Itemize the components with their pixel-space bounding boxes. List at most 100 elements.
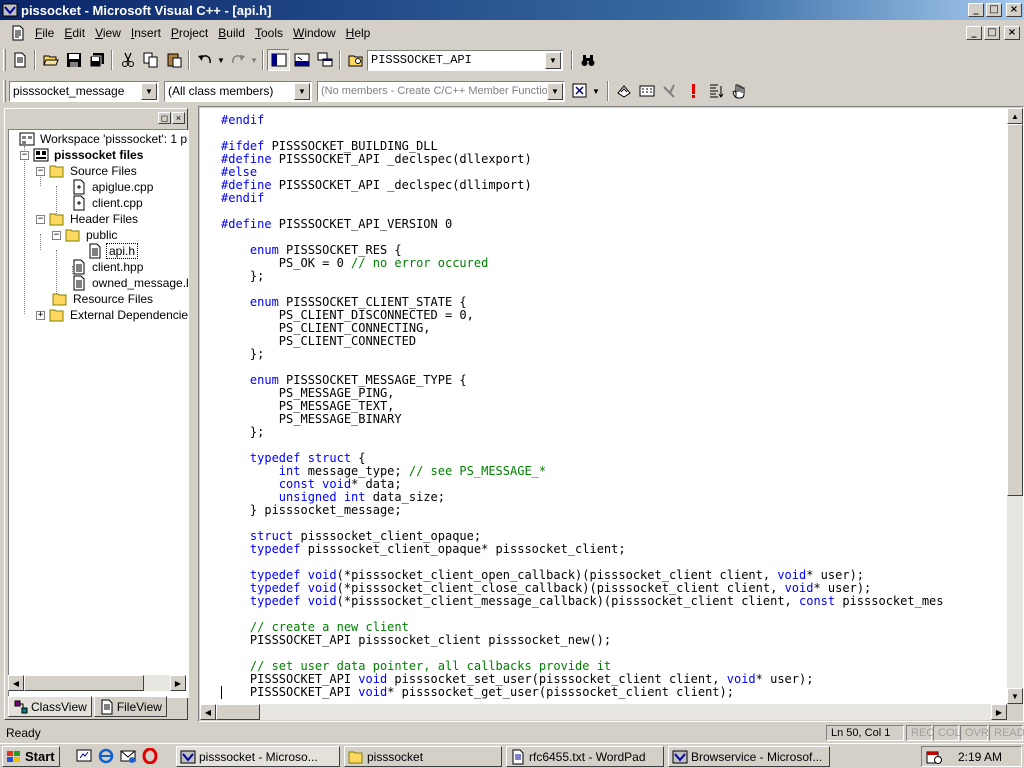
find-combo[interactable]: PISSSOCKET_API ▼	[367, 49, 563, 71]
tree-file-api-h[interactable]: api.h	[87, 243, 139, 259]
scroll-down-icon[interactable]: ▼	[1007, 688, 1023, 704]
scroll-left-icon[interactable]: ◀	[200, 704, 216, 720]
close-button[interactable]: ×	[1006, 3, 1022, 17]
undo-icon[interactable]	[193, 49, 216, 71]
chevron-down-icon[interactable]: ▼	[547, 82, 563, 100]
stop-build-icon[interactable]	[658, 80, 681, 102]
menu-window[interactable]: Window	[288, 24, 341, 42]
tree-file-owned-message[interactable]: owned_message.h	[71, 275, 188, 291]
outlook-express-icon[interactable]	[120, 748, 136, 764]
collapse-icon[interactable]: −	[52, 230, 61, 240]
scroll-up-icon[interactable]: ▲	[1007, 108, 1023, 124]
chevron-down-icon[interactable]: ▼	[545, 51, 561, 69]
execute-icon[interactable]	[681, 80, 704, 102]
mdi-restore-button[interactable]: □	[984, 26, 1000, 40]
save-icon[interactable]	[62, 49, 85, 71]
collapse-icon[interactable]: −	[20, 150, 29, 160]
mdi-close-button[interactable]: ×	[1004, 26, 1020, 40]
save-all-icon[interactable]	[85, 49, 108, 71]
collapse-icon[interactable]: −	[36, 214, 45, 224]
scroll-right-icon[interactable]: ▶	[991, 704, 1007, 720]
mdi-minimize-button[interactable]: _	[966, 26, 982, 40]
cut-icon[interactable]	[116, 49, 139, 71]
go-debug-icon[interactable]	[704, 80, 727, 102]
code-editor[interactable]: #endif #ifdef PISSSOCKET_BUILDING_DLL #de…	[200, 108, 1007, 704]
new-text-file-icon[interactable]	[8, 49, 31, 71]
tree-horizontal-scrollbar[interactable]: ◀ ▶	[8, 675, 186, 691]
filter-combo[interactable]: (All class members) ▼	[164, 80, 312, 102]
title-bar[interactable]: pissocket - Microsoft Visual C++ - [api.…	[0, 0, 1024, 20]
tab-classview[interactable]: ClassView	[8, 696, 92, 717]
wizard-action-icon[interactable]	[568, 80, 591, 102]
task-browservice[interactable]: Browservice - Microsof...	[668, 746, 830, 767]
wizard-action-dropdown-icon[interactable]: ▼	[591, 80, 601, 102]
menu-project[interactable]: Project	[166, 24, 213, 42]
tree-file-client-cpp[interactable]: client.cpp	[71, 195, 145, 211]
compile-icon[interactable]	[612, 80, 635, 102]
minimize-button[interactable]: _	[968, 3, 984, 17]
window-list-icon[interactable]	[313, 49, 336, 71]
task-visual-cpp[interactable]: pisssocket - Microso...	[176, 746, 340, 767]
workspace-toggle-icon[interactable]	[267, 49, 290, 71]
find-in-files-icon[interactable]	[344, 49, 367, 71]
tree-workspace-root[interactable]: Workspace 'pisssocket': 1 proje	[19, 131, 188, 147]
show-desktop-icon[interactable]	[76, 748, 92, 764]
menu-tools[interactable]: Tools	[250, 24, 288, 42]
tree-source-files[interactable]: − Source Files	[36, 163, 139, 179]
find-binoculars-icon[interactable]	[576, 49, 599, 71]
scroll-thumb[interactable]	[216, 704, 260, 720]
class-combo[interactable]: pisssocket_message ▼	[9, 80, 159, 102]
output-window-icon[interactable]	[290, 49, 313, 71]
menu-help[interactable]: Help	[341, 24, 376, 42]
tree-label: Header Files	[70, 212, 139, 226]
tree-file-apiglue[interactable]: apiglue.cpp	[71, 179, 155, 195]
tree-resource-files[interactable]: Resource Files	[52, 291, 155, 307]
editor-horizontal-scrollbar[interactable]: ◀ ▶	[200, 704, 1007, 720]
menu-edit[interactable]: Edit	[59, 24, 90, 42]
workspace-close-button[interactable]: ×	[172, 112, 185, 124]
members-combo[interactable]: (No members - Create C/C++ Member Functi…	[317, 80, 565, 102]
tree-file-client-hpp[interactable]: client.hpp	[71, 259, 145, 275]
menu-file[interactable]: File	[30, 24, 59, 42]
scheduler-icon[interactable]	[926, 749, 942, 765]
toolbar-grip[interactable]	[3, 49, 6, 71]
tree-project[interactable]: − pisssocket files	[20, 147, 145, 163]
code-line: #define PISSSOCKET_API _declspec(dllexpo…	[221, 152, 532, 166]
maximize-button[interactable]: □	[986, 3, 1002, 17]
chevron-down-icon[interactable]: ▼	[141, 82, 157, 100]
workspace-restore-button[interactable]: ◻	[158, 112, 171, 124]
menu-build[interactable]: Build	[213, 24, 250, 42]
tree-header-files[interactable]: − Header Files	[36, 211, 140, 227]
redo-dropdown-icon[interactable]: ▼	[249, 49, 259, 71]
document-icon[interactable]	[10, 25, 26, 41]
breakpoint-hand-icon[interactable]	[727, 80, 750, 102]
open-folder-icon[interactable]	[39, 49, 62, 71]
scroll-left-icon[interactable]: ◀	[8, 675, 24, 691]
copy-icon[interactable]	[139, 49, 162, 71]
task-explorer-folder[interactable]: pisssocket	[344, 746, 502, 767]
scroll-thumb[interactable]	[1007, 124, 1023, 496]
internet-explorer-icon[interactable]	[98, 748, 114, 764]
scroll-thumb[interactable]	[24, 675, 144, 691]
redo-icon[interactable]	[226, 49, 249, 71]
menu-view[interactable]: View	[90, 24, 126, 42]
build-icon[interactable]	[635, 80, 658, 102]
toolbar-grip[interactable]	[3, 80, 6, 102]
expand-icon[interactable]: +	[36, 310, 45, 320]
task-wordpad[interactable]: rfc6455.txt - WordPad	[506, 746, 664, 767]
scroll-right-icon[interactable]: ▶	[170, 675, 186, 691]
menu-insert[interactable]: Insert	[126, 24, 166, 42]
visual-cpp-icon	[2, 3, 18, 17]
code-text[interactable]: #endif #ifdef PISSSOCKET_BUILDING_DLL #de…	[221, 114, 944, 699]
tree-external-dependencies[interactable]: + External Dependencies	[36, 307, 188, 323]
undo-dropdown-icon[interactable]: ▼	[216, 49, 226, 71]
opera-icon[interactable]	[142, 748, 158, 764]
start-button[interactable]: Start	[2, 746, 60, 767]
editor-vertical-scrollbar[interactable]: ▲ ▼	[1007, 108, 1023, 704]
project-label: pisssocket files	[54, 148, 144, 162]
collapse-icon[interactable]: −	[36, 166, 45, 176]
tab-fileview[interactable]: FileView	[93, 696, 167, 717]
tree-folder-public[interactable]: − public	[52, 227, 119, 243]
chevron-down-icon[interactable]: ▼	[294, 82, 310, 100]
paste-icon[interactable]	[162, 49, 185, 71]
